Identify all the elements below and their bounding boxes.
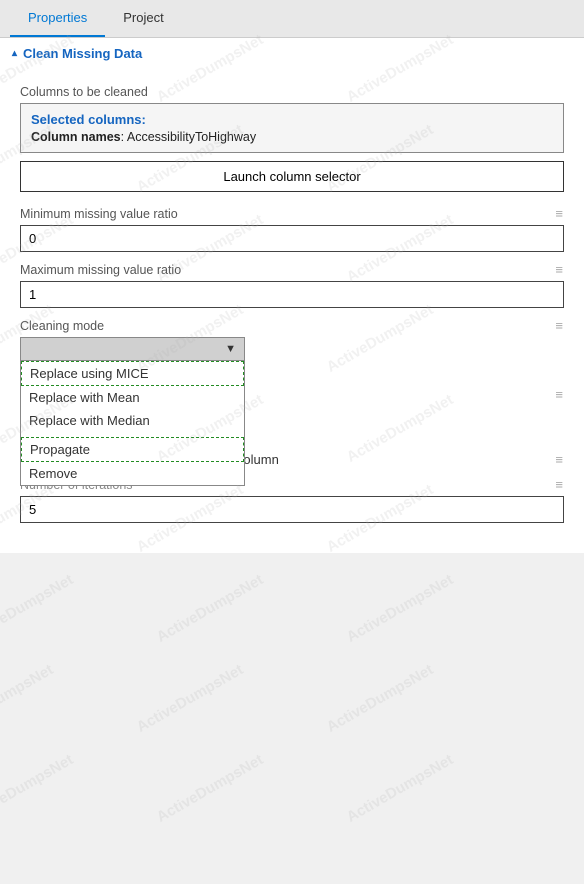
section-title: Clean Missing Data (23, 46, 142, 61)
section-header: ▴ Clean Missing Data (0, 38, 584, 69)
cleaning-mode-option-median[interactable]: Replace with Median (21, 409, 244, 432)
selected-columns-value: Column names: AccessibilityToHighway (31, 130, 553, 144)
form-body: Columns to be cleaned Selected columns: … (0, 69, 584, 553)
columns-label: Columns to be cleaned (20, 85, 564, 99)
selected-columns-title: Selected columns: (31, 112, 553, 127)
num-iterations-menu-icon[interactable]: ≡ (555, 477, 564, 492)
min-missing-input[interactable] (20, 225, 564, 252)
cleaning-mode-dropdown-btn[interactable]: ▼ (20, 337, 245, 361)
tab-project[interactable]: Project (105, 0, 181, 37)
top-tabs: Properties Project (0, 0, 584, 38)
cols-missing-option-remove[interactable]: Remove (21, 462, 244, 485)
min-missing-label: Minimum missing value ratio (20, 207, 178, 221)
cleaning-mode-dropdown[interactable]: ▼ Replace using MICE Replace with Mean R… (20, 337, 245, 361)
max-missing-label-row: Maximum missing value ratio ≡ (20, 262, 564, 277)
max-missing-input[interactable] (20, 281, 564, 308)
collapse-triangle[interactable]: ▴ (12, 48, 17, 59)
min-missing-label-row: Minimum missing value ratio ≡ (20, 206, 564, 221)
cleaning-mode-menu-icon[interactable]: ≡ (555, 318, 564, 333)
cols-missing-menu-icon[interactable]: ≡ (555, 387, 564, 402)
max-missing-label: Maximum missing value ratio (20, 263, 181, 277)
cleaning-mode-dropdown-arrow: ▼ (225, 343, 236, 355)
selected-columns-box: Selected columns: Column names: Accessib… (20, 103, 564, 153)
max-missing-menu-icon[interactable]: ≡ (555, 262, 564, 277)
cleaning-mode-option-mice[interactable]: Replace using MICE (21, 361, 244, 386)
cols-missing-option-propagate[interactable]: Propagate (21, 437, 244, 462)
num-iterations-input[interactable] (20, 496, 564, 523)
generate-indicator-menu-icon[interactable]: ≡ (555, 452, 564, 467)
tab-properties[interactable]: Properties (10, 0, 105, 37)
cleaning-mode-label: Cleaning mode (20, 319, 104, 333)
cols-missing-dropdown-list: Propagate Remove (20, 437, 245, 486)
cleaning-mode-label-row: Cleaning mode ≡ (20, 318, 564, 333)
cleaning-mode-option-mean[interactable]: Replace with Mean (21, 386, 244, 409)
launch-column-selector-button[interactable]: Launch column selector (20, 161, 564, 192)
panel: ▴ Clean Missing Data Columns to be clean… (0, 38, 584, 553)
min-missing-menu-icon[interactable]: ≡ (555, 206, 564, 221)
